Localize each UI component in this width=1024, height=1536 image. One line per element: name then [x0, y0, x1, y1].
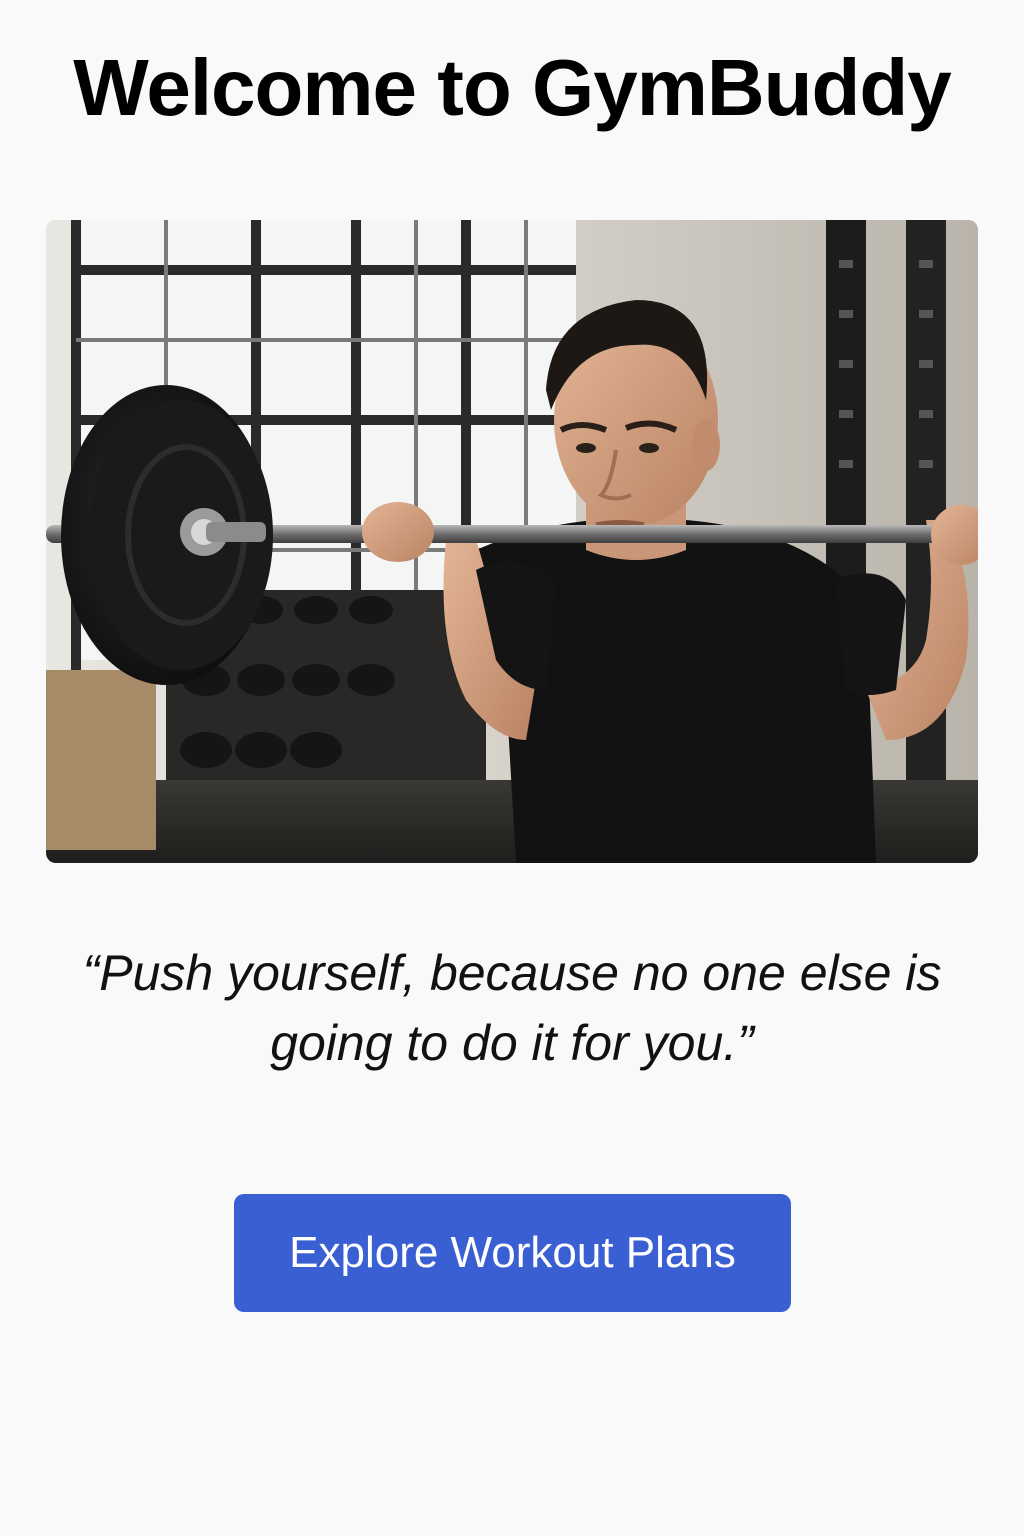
welcome-screen: Welcome to GymBuddy “Push yourself, beca…: [0, 0, 1024, 1536]
explore-workout-plans-button[interactable]: Explore Workout Plans: [234, 1194, 791, 1312]
motivational-quote: “Push yourself, because no one else is g…: [82, 945, 942, 1071]
hero-image: [46, 220, 978, 863]
page-title: Welcome to GymBuddy: [73, 43, 951, 132]
gym-photo-illustration: [46, 220, 978, 863]
